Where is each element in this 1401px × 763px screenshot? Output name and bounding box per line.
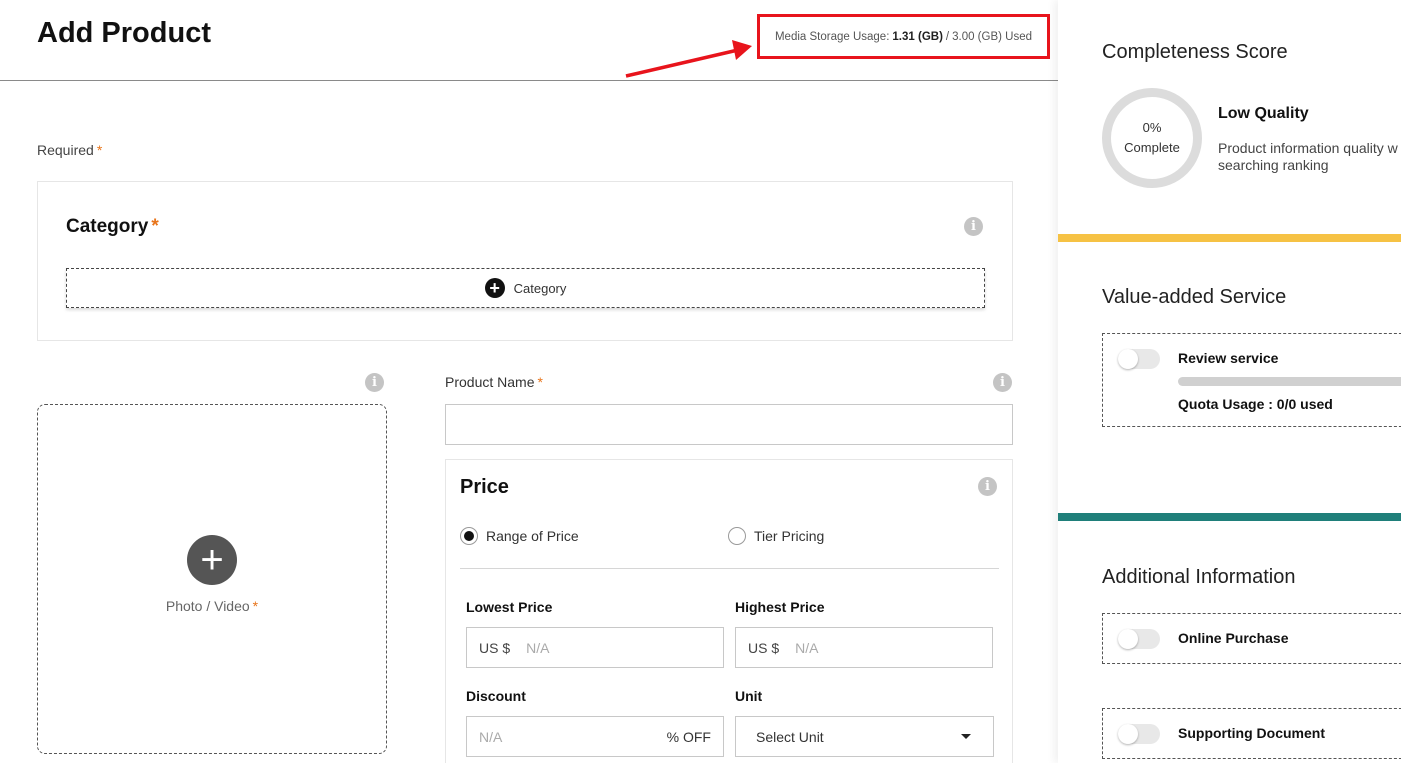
storage-used: 1.31 (GB) — [892, 30, 943, 43]
currency-prefix: US $ — [479, 639, 511, 656]
quota-usage-text: Quota Usage : 0/0 used — [1178, 396, 1333, 412]
caret-down-icon — [961, 734, 971, 739]
product-name-input[interactable] — [445, 404, 1013, 445]
unit-selected-value: Select Unit — [756, 728, 824, 745]
photo-video-upload[interactable]: + Photo / Video * — [37, 404, 387, 754]
online-purchase-toggle[interactable] — [1118, 629, 1160, 649]
plus-circle-icon: + — [187, 535, 237, 585]
storage-label: Media Storage Usage: — [774, 30, 890, 43]
product-name-star: * — [537, 374, 543, 390]
required-note: Required * — [37, 142, 102, 158]
category-section: Category * i + Category — [37, 181, 1013, 341]
lowest-price-input[interactable]: US $ N/A — [466, 627, 724, 668]
completeness-percent: 0% — [1142, 120, 1162, 135]
media-required-star: * — [252, 598, 259, 614]
photo-video-text: Photo / Video — [165, 598, 250, 614]
quality-description: Product information quality w searching … — [1218, 140, 1401, 174]
completeness-heading: Completeness Score — [1102, 41, 1288, 63]
value-added-heading: Value-added Service — [1102, 286, 1287, 308]
product-name-label: Product Name * — [445, 374, 543, 390]
radio-unselected-icon[interactable] — [728, 527, 746, 545]
media-storage-usage: Media Storage Usage: 1.31 (GB) / 3.00 (G… — [757, 14, 1050, 59]
required-star: * — [96, 142, 103, 158]
supporting-document-card: Supporting Document — [1102, 708, 1401, 759]
online-purchase-label: Online Purchase — [1178, 630, 1289, 646]
quota-progress-bar — [1178, 377, 1401, 386]
review-service-card: Review service Quota Usage : 0/0 used — [1102, 333, 1401, 427]
page-title: Add Product — [37, 17, 211, 49]
completeness-ring: 0% Complete — [1102, 88, 1202, 188]
storage-separator: / — [945, 30, 950, 43]
lowest-price-label: Lowest Price — [466, 599, 553, 615]
completeness-label: Complete — [1124, 140, 1180, 155]
info-icon[interactable]: i — [964, 217, 983, 236]
category-title: Category * — [66, 216, 159, 238]
discount-suffix: % OFF — [666, 728, 711, 745]
photo-video-label: Photo / Video * — [38, 598, 386, 614]
info-icon[interactable]: i — [993, 373, 1012, 392]
unit-label: Unit — [735, 688, 763, 704]
quality-desc-line-2: searching ranking — [1218, 157, 1329, 173]
required-text: Required — [37, 142, 94, 158]
range-of-price-label: Range of Price — [486, 528, 579, 544]
highest-price-input[interactable]: US $ N/A — [735, 627, 993, 668]
price-section: Price i Range of Price Tier Pricing Lowe… — [445, 459, 1013, 763]
price-divider — [460, 568, 999, 569]
discount-label: Discount — [466, 688, 526, 704]
price-title: Price — [460, 476, 509, 498]
supporting-document-label: Supporting Document — [1178, 725, 1325, 741]
discount-placeholder: N/A — [479, 728, 503, 745]
right-sidebar: Completeness Score 0% Complete Low Quali… — [1058, 0, 1401, 763]
discount-input[interactable]: N/A % OFF — [466, 716, 724, 757]
highest-price-placeholder: N/A — [795, 639, 819, 656]
yellow-band — [1058, 234, 1401, 242]
teal-band — [1058, 513, 1401, 521]
unit-select[interactable]: Select Unit — [735, 716, 994, 757]
add-category-button[interactable]: + Category — [66, 268, 985, 308]
tier-pricing-label: Tier Pricing — [754, 528, 825, 544]
annotation-arrow-icon — [625, 40, 752, 78]
quality-desc-line-1: Product information quality w — [1218, 140, 1398, 156]
currency-prefix: US $ — [748, 639, 780, 656]
highest-price-label: Highest Price — [735, 599, 825, 615]
info-icon[interactable]: i — [978, 477, 997, 496]
category-required-star: * — [151, 216, 159, 237]
supporting-document-toggle[interactable] — [1118, 724, 1160, 744]
range-of-price-option[interactable]: Range of Price — [460, 527, 579, 545]
main-content: Add Product Media Storage Usage: 1.31 (G… — [0, 0, 1058, 763]
category-title-text: Category — [66, 216, 149, 237]
plus-circle-icon: + — [484, 278, 505, 298]
tier-pricing-option[interactable]: Tier Pricing — [728, 527, 824, 545]
quality-title: Low Quality — [1218, 105, 1309, 122]
info-icon[interactable]: i — [365, 373, 384, 392]
online-purchase-card: Online Purchase — [1102, 613, 1401, 664]
radio-selected-icon[interactable] — [460, 527, 478, 545]
add-category-label: Category — [513, 280, 567, 296]
additional-info-heading: Additional Information — [1102, 566, 1296, 588]
storage-total: 3.00 (GB) Used — [952, 30, 1033, 43]
product-name-text: Product Name — [445, 374, 535, 390]
lowest-price-placeholder: N/A — [526, 639, 550, 656]
header-divider — [0, 80, 1058, 81]
review-service-label: Review service — [1178, 350, 1279, 366]
review-service-toggle[interactable] — [1118, 349, 1160, 369]
